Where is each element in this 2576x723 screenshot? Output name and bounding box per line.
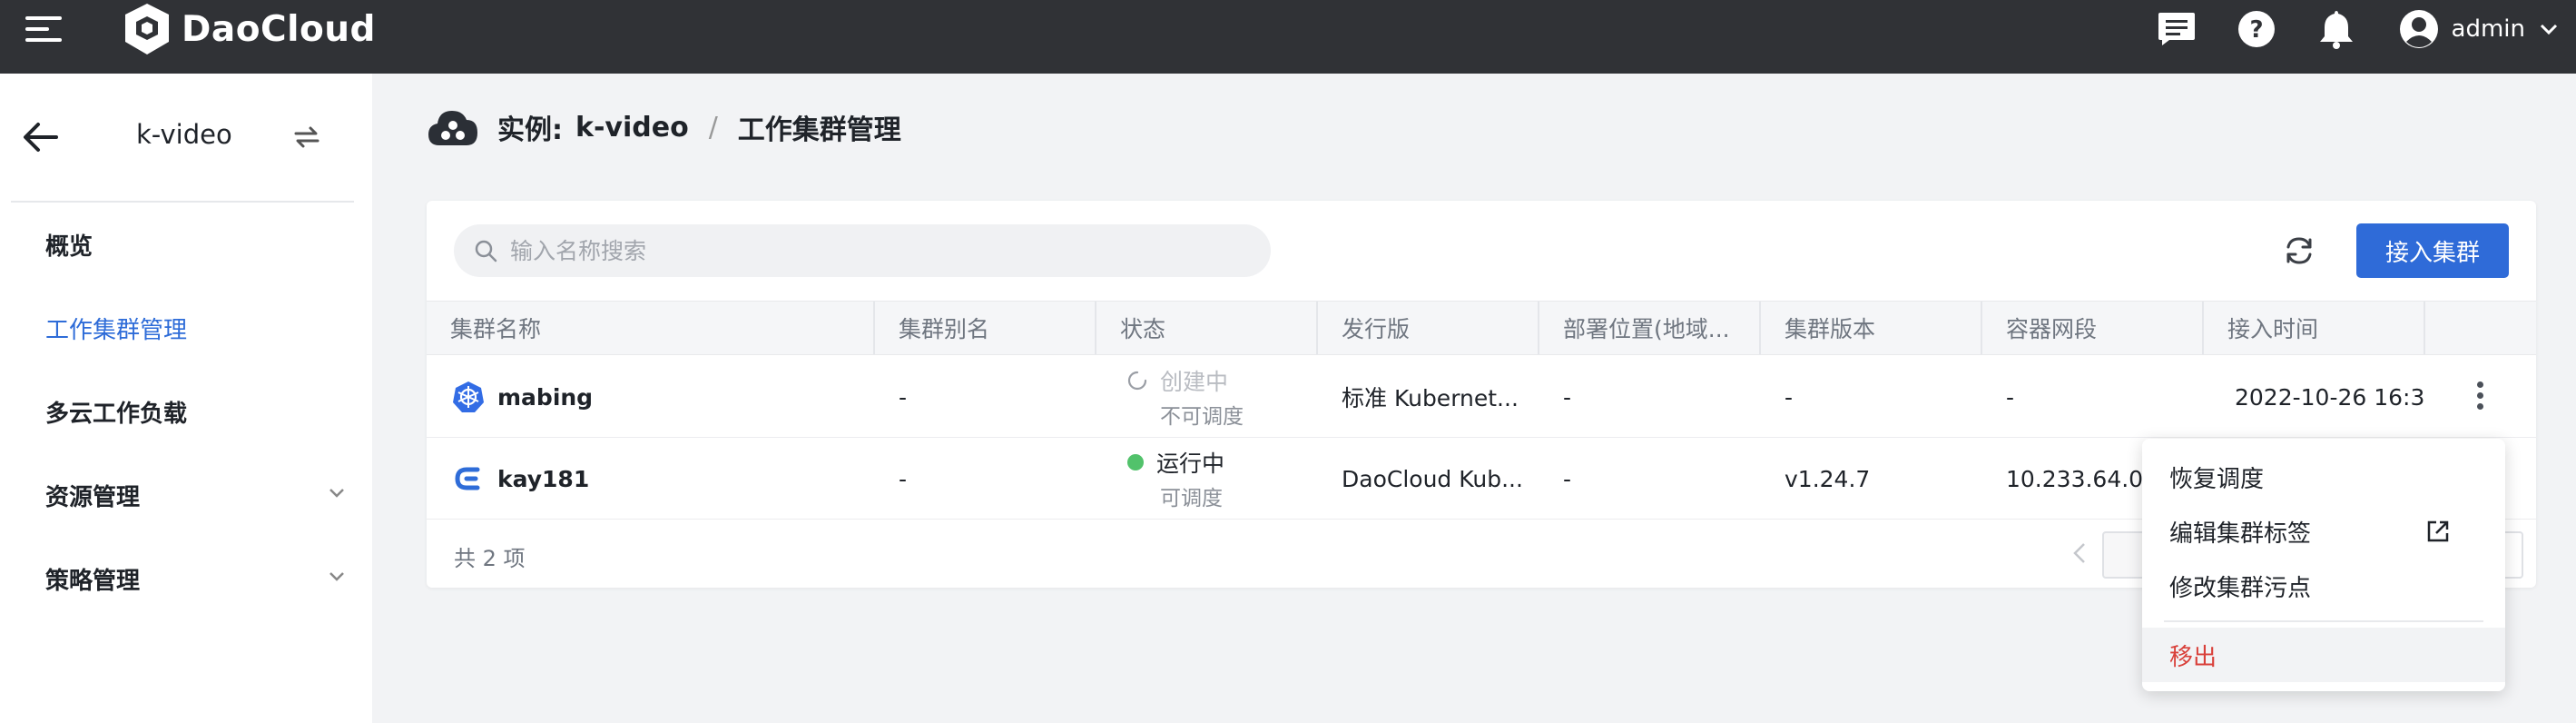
- sidebar-item-multicloud-workloads[interactable]: 多云工作负载: [0, 370, 372, 453]
- sidebar: k-video 概览 工作集群管理 多云工作负载 资源管理 策略管理: [0, 74, 372, 723]
- refresh-button[interactable]: [2276, 228, 2322, 273]
- search-icon: [475, 240, 497, 262]
- sidebar-item-label: 资源管理: [45, 483, 141, 511]
- column-header-name[interactable]: 集群名称: [427, 302, 875, 354]
- cluster-cidr-cell: -: [2006, 383, 2015, 411]
- brand-name: DaoCloud: [182, 8, 376, 50]
- loading-spinner-icon: [1127, 371, 1147, 391]
- menu-item-edit-cluster-taints[interactable]: 修改集群污点: [2142, 559, 2505, 613]
- column-header-version[interactable]: 集群版本: [1761, 302, 1982, 354]
- menu-item-label: 恢复调度: [2169, 465, 2265, 493]
- column-header-time[interactable]: 接入时间: [2204, 302, 2425, 354]
- cluster-status-cell: 创建中 不可调度: [1096, 356, 1318, 438]
- chevron-down-icon: [2540, 24, 2558, 35]
- sidebar-item-label: 概览: [45, 233, 93, 261]
- cluster-time-cell: 2022-10-26 16:35: [2235, 383, 2425, 411]
- cluster-status-cell: 运行中 可调度: [1096, 438, 1318, 520]
- menu-item-edit-cluster-labels[interactable]: 编辑集群标签: [2142, 504, 2505, 559]
- sidebar-item-label: 工作集群管理: [45, 316, 188, 344]
- column-header-cidr[interactable]: 容器网段: [1982, 302, 2204, 354]
- cluster-location-cell: -: [1563, 383, 1572, 411]
- sidebar-item-policy-management[interactable]: 策略管理: [0, 537, 372, 620]
- cluster-alias-cell: -: [899, 465, 908, 492]
- cluster-distro-cell: DaoCloud Kub...: [1342, 465, 1523, 492]
- top-bar: DaoCloud ? admin: [0, 0, 2576, 74]
- refresh-icon: [2286, 237, 2312, 264]
- search-box[interactable]: [454, 224, 1271, 277]
- sidebar-item-overview[interactable]: 概览: [0, 203, 372, 286]
- daocloud-cluster-icon: [455, 467, 480, 490]
- menu-item-label: 修改集群污点: [2169, 574, 2312, 602]
- user-menu[interactable]: admin: [2399, 9, 2558, 49]
- instance-name: k-video: [136, 119, 232, 150]
- sidebar-item-resource-management[interactable]: 资源管理: [0, 453, 372, 537]
- back-arrow-icon[interactable]: [22, 121, 58, 154]
- svg-text:?: ?: [2249, 16, 2263, 44]
- daocloud-logo-icon: [125, 4, 169, 54]
- cluster-version-cell: -: [1785, 383, 1794, 411]
- column-header-location[interactable]: 部署位置(地域...: [1539, 302, 1761, 354]
- row-actions-menu: 恢复调度 编辑集群标签 修改集群污点 移出: [2142, 439, 2505, 691]
- menu-item-remove-cluster[interactable]: 移出: [2142, 628, 2505, 682]
- message-icon[interactable]: [2156, 8, 2197, 50]
- cluster-version-cell: v1.24.7: [1785, 465, 1871, 492]
- sidebar-nav: 概览 工作集群管理 多云工作负载 资源管理 策略管理: [0, 203, 372, 620]
- menu-item-label: 移出: [2169, 643, 2217, 671]
- table-row[interactable]: mabing - 创建中 不可调度 标准 Kubernet... - - - 2…: [427, 356, 2536, 438]
- status-sub: 不可调度: [1160, 405, 1244, 429]
- total-count: 共 2 项: [454, 546, 526, 571]
- breadcrumb-instance-prefix: 实例:: [497, 114, 563, 146]
- brand-logo[interactable]: DaoCloud: [122, 0, 376, 58]
- sidebar-item-label: 策略管理: [45, 567, 141, 595]
- search-input[interactable]: [510, 237, 1254, 264]
- cloud-instance-icon: [428, 111, 477, 145]
- breadcrumb: 实例: k-video / 工作集群管理: [427, 102, 901, 153]
- menu-divider: [2164, 620, 2483, 622]
- username: admin: [2451, 15, 2525, 43]
- chevron-down-icon: [329, 572, 344, 581]
- cluster-name-cell[interactable]: kay181: [427, 438, 875, 520]
- menu-item-label: 编辑集群标签: [2169, 520, 2312, 548]
- row-actions-kebab-icon[interactable]: [2473, 381, 2487, 414]
- running-status-dot-icon: [1127, 454, 1144, 470]
- cluster-name-cell[interactable]: mabing: [427, 356, 875, 438]
- cluster-alias-cell: -: [899, 383, 908, 411]
- status-main: 创建中: [1160, 369, 1229, 395]
- sidebar-item-cluster-management[interactable]: 工作集群管理: [0, 286, 372, 370]
- add-cluster-button[interactable]: 接入集群: [2356, 223, 2509, 278]
- cluster-distro-cell: 标准 Kubernet...: [1342, 385, 1519, 411]
- cluster-name: kay181: [497, 465, 590, 492]
- kubernetes-icon: [453, 381, 484, 412]
- pagination-prev-icon[interactable]: [2066, 539, 2093, 568]
- cluster-location-cell: -: [1563, 465, 1572, 492]
- external-link-icon: [2427, 520, 2449, 542]
- sidebar-item-label: 多云工作负载: [45, 400, 188, 428]
- menu-toggle-icon[interactable]: [25, 15, 64, 44]
- chevron-down-icon: [329, 489, 344, 498]
- status-main: 运行中: [1156, 451, 1225, 477]
- column-header-alias[interactable]: 集群别名: [875, 302, 1096, 354]
- column-header-distro[interactable]: 发行版: [1318, 302, 1539, 354]
- switch-instance-icon[interactable]: [292, 123, 321, 152]
- avatar: [2399, 10, 2438, 48]
- column-header-status[interactable]: 状态: [1096, 302, 1318, 354]
- breadcrumb-separator: /: [708, 111, 718, 144]
- table-header: 集群名称 集群别名 状态 发行版 部署位置(地域... 集群版本 容器网段 接入…: [427, 301, 2536, 355]
- status-sub: 可调度: [1160, 487, 1223, 510]
- column-header-actions: [2425, 302, 2536, 354]
- cluster-name: mabing: [497, 383, 594, 411]
- breadcrumb-current: 工作集群管理: [737, 114, 901, 146]
- breadcrumb-instance[interactable]: k-video: [575, 112, 689, 144]
- notification-bell-icon[interactable]: [2315, 8, 2357, 50]
- help-icon[interactable]: ?: [2236, 8, 2277, 50]
- menu-item-resume-scheduling[interactable]: 恢复调度: [2142, 450, 2505, 504]
- table-toolbar: 接入集群: [427, 201, 2536, 301]
